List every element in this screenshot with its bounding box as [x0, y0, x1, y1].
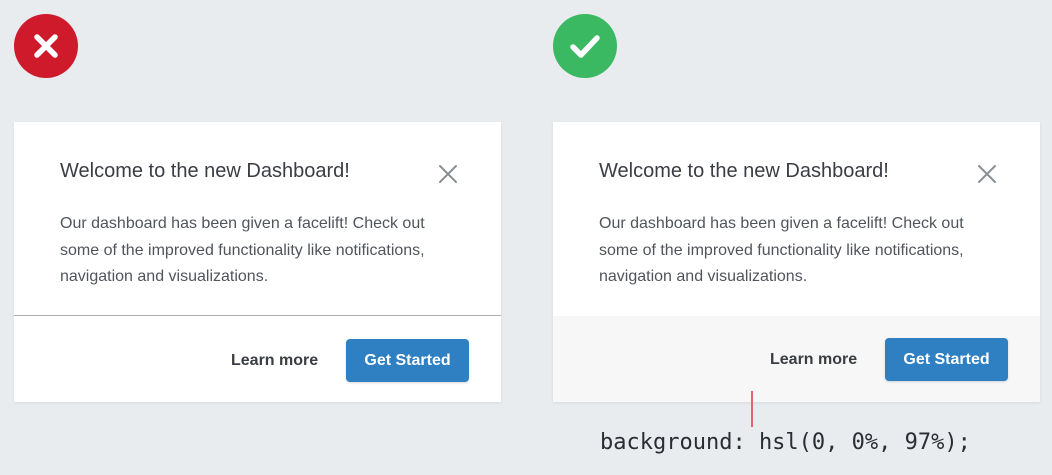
body-line: Our dashboard has been given a facelift!…: [599, 215, 964, 232]
modal-body: Our dashboard has been given a facelift!…: [60, 211, 470, 291]
body-line: Our dashboard has been given a facelift!…: [60, 215, 425, 232]
good-example-modal: Welcome to the new Dashboard! Our dashbo…: [553, 122, 1040, 402]
check-icon: [568, 31, 602, 61]
learn-more-link[interactable]: Learn more: [231, 352, 318, 370]
body-line: navigation and visualizations.: [599, 268, 808, 285]
x-icon: [31, 31, 61, 61]
body-line: some of the improved functionality like …: [599, 241, 964, 259]
bad-example-modal: Welcome to the new Dashboard! Our dashbo…: [14, 122, 501, 402]
modal-footer: Learn more Get Started: [553, 316, 1040, 402]
get-started-button[interactable]: Get Started: [885, 338, 1008, 381]
body-line: navigation and visualizations.: [60, 268, 269, 285]
bad-example-indicator: [14, 14, 78, 78]
close-icon: [437, 163, 459, 185]
body-line: some of the improved functionality like …: [60, 241, 425, 259]
get-started-button[interactable]: Get Started: [346, 339, 469, 382]
close-button[interactable]: [437, 163, 459, 185]
annotation-pointer: [751, 391, 753, 427]
modal-title: Welcome to the new Dashboard!: [599, 160, 889, 182]
good-example-indicator: [553, 14, 617, 78]
close-button[interactable]: [976, 163, 998, 185]
modal-footer: Learn more Get Started: [14, 315, 501, 402]
css-annotation: background: hsl(0, 0%, 97%);: [600, 430, 971, 455]
learn-more-link[interactable]: Learn more: [770, 351, 857, 369]
modal-body: Our dashboard has been given a facelift!…: [599, 211, 1009, 291]
close-icon: [976, 163, 998, 185]
modal-title: Welcome to the new Dashboard!: [60, 160, 350, 182]
